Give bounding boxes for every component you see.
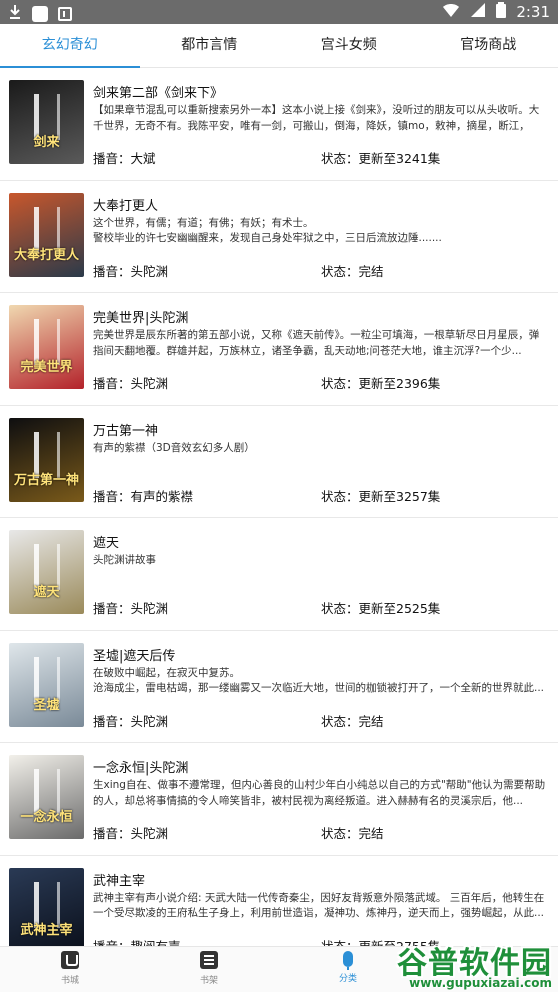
watermark: 谷普软件园 www.gupuxiazai.com (374, 938, 552, 990)
cover-title-art: 武神主宰 (20, 922, 73, 938)
book-title[interactable]: 遮天 (93, 532, 119, 551)
book-narrator: 播音：头陀渊 (93, 826, 169, 841)
book-title[interactable]: 万古第一神 (93, 420, 158, 439)
book-list-item[interactable]: 大奉打更人 大奉打更人 这个世界，有儒；有道；有佛；有妖；有术士。 警校毕业的许七安… (0, 181, 558, 293)
book-narrator: 播音：头陀渊 (93, 713, 169, 729)
book-narrator: 播音：有声的紫襟 (93, 488, 194, 504)
nav-category[interactable]: 分类 (318, 951, 378, 984)
book-list-item[interactable]: 遮天 遮天 头陀渊讲故事 播音：头陀渊 状态：更新至2525集 (0, 518, 558, 631)
book-title[interactable]: 剑来第二部《剑来下》 (93, 82, 223, 101)
book-cover[interactable]: 圣墟 (9, 642, 84, 727)
nav-bookstore-label: 书城 (60, 976, 79, 986)
cover-title-art: 圣墟 (33, 697, 60, 713)
book-description: 这个世界，有儒；有道；有佛；有妖；有术士。 警校毕业的许七安幽幽醒来，发现自己身… (93, 216, 442, 245)
tab-guanchang[interactable]: 官场商战 (419, 24, 558, 67)
watermark-url: www.gupuxiazai.com (409, 976, 552, 990)
tab-dushi[interactable]: 都市言情 (140, 24, 280, 67)
bookshelf-icon (200, 951, 218, 969)
book-description: 生xing自在、做事不遵常理，但内心善良的山村少年白小纯总以自己的方式"帮助"他… (93, 779, 546, 807)
book-status: 状态：完结 (321, 713, 384, 729)
book-title[interactable]: 一念永恒|头陀渊 (93, 757, 188, 776)
book-list-item[interactable]: 万古第一神 万古第一神 有声的紫襟（3D音效玄幻多人剧） 播音：有声的紫襟 状态：更新至… (0, 406, 558, 518)
download-icon (8, 4, 22, 24)
book-status: 状态：更新至2525集 (321, 601, 441, 616)
nav-category-label: 分类 (338, 974, 357, 984)
book-cover[interactable]: 一念永恒 (9, 755, 84, 839)
book-description: 有声的紫襟（3D音效玄幻多人剧） (93, 441, 255, 454)
battery-icon (496, 2, 507, 22)
book-cover[interactable]: 武神主宰 (9, 867, 84, 946)
book-cover[interactable]: 万古第一神 (9, 417, 84, 502)
book-narrator: 播音：大斌 (93, 151, 156, 166)
cover-title-art: 万古第一神 (13, 472, 79, 488)
book-cover[interactable]: 遮天 (9, 530, 84, 614)
book-status: 状态：更新至3241集 (321, 151, 441, 166)
tab-gongdou[interactable]: 宫斗女频 (279, 24, 419, 67)
book-narrator: 播音：头陀渊 (93, 601, 169, 616)
book-list-item[interactable]: 圣墟 圣墟|遮天后传在破败中崛起，在寂灭中复苏。 沧海成尘，雷电枯竭，那一缕幽雾又… (0, 631, 558, 743)
status-bar: 2:31 (0, 0, 558, 24)
cover-title-art: 完美世界 (20, 360, 73, 375)
a-icon (58, 7, 72, 21)
cover-title-art: 遮天 (33, 585, 60, 600)
category-tabs: 玄幻奇幻 都市言情 宫斗女频 官场商战 (0, 24, 558, 68)
book-list-item[interactable]: 完美世界 完美世界|头陀渊完美世界是辰东所著的第五部小说，又称《遮天前传》。一粒尘… (0, 293, 558, 406)
book-narrator: 播音：头陀渊 (93, 376, 169, 391)
book-status: 状态：完结 (321, 826, 384, 841)
book-status: 状态：完结 (321, 263, 384, 279)
book-status: 状态：更新至2396集 (321, 376, 441, 391)
book-list-item[interactable]: 一念永恒 一念永恒|头陀渊生xing自在、做事不遵常理，但内心善良的山村少年白小纯… (0, 743, 558, 856)
clock: 2:31 (516, 3, 550, 21)
nav-bookshelf[interactable]: 书架 (179, 951, 239, 986)
bookstore-icon (61, 951, 79, 969)
book-title[interactable]: 圣墟|遮天后传 (93, 645, 175, 664)
cover-title-art: 一念永恒 (20, 810, 73, 825)
nav-bookstore[interactable]: 书城 (40, 951, 100, 986)
book-description: 【如果章节混乱可以重新搜索另外一本】这本小说上接《剑来》，没听过的朋友可以从头收… (93, 104, 540, 132)
book-cover[interactable]: 剑来 (9, 80, 84, 164)
book-cover[interactable]: 大奉打更人 (9, 192, 84, 277)
book-list-item[interactable]: 武神主宰 武神主宰 武神主宰有声小说介绍: 天武大陆一代传奇秦尘，因好友背叛意外陨落… (0, 856, 558, 947)
book-narrator: 播音：趣阅有声 (93, 938, 181, 947)
book-cover[interactable]: 完美世界 (9, 305, 84, 389)
app-icon (32, 6, 48, 22)
book-description: 武神主宰有声小说介绍: 天武大陆一代传奇秦尘，因好友背叛意外陨落武域。 三百年后… (93, 891, 545, 920)
book-description: 完美世界是辰东所著的第五部小说，又称《遮天前传》。一粒尘可填海，一根草斩尽日月星… (93, 329, 540, 357)
cover-title-art: 剑来 (33, 135, 60, 150)
book-status: 状态：更新至3257集 (321, 488, 441, 504)
signal-icon (470, 2, 486, 22)
cover-title-art: 大奉打更人 (13, 247, 79, 263)
book-list-item[interactable]: 剑来 剑来第二部《剑来下》【如果章节混乱可以重新搜索另外一本】这本小说上接《剑来》… (0, 68, 558, 181)
book-list: 剑来 剑来第二部《剑来下》【如果章节混乱可以重新搜索另外一本】这本小说上接《剑来》… (0, 68, 558, 946)
book-description: 在破败中崛起，在寂灭中复苏。 沧海成尘，雷电枯竭，那一缕幽雾又一次临近大地，世间… (93, 666, 545, 695)
microphone-icon (343, 951, 353, 970)
wifi-icon (442, 2, 460, 22)
book-title[interactable]: 武神主宰 (93, 870, 145, 889)
book-narrator: 播音：头陀渊 (93, 263, 169, 279)
nav-bookshelf-label: 书架 (199, 976, 218, 986)
book-title[interactable]: 完美世界|头陀渊 (93, 307, 188, 326)
book-title[interactable]: 大奉打更人 (93, 195, 158, 214)
book-description: 头陀渊讲故事 (93, 554, 156, 566)
tab-xuanhuan[interactable]: 玄幻奇幻 (0, 24, 140, 68)
